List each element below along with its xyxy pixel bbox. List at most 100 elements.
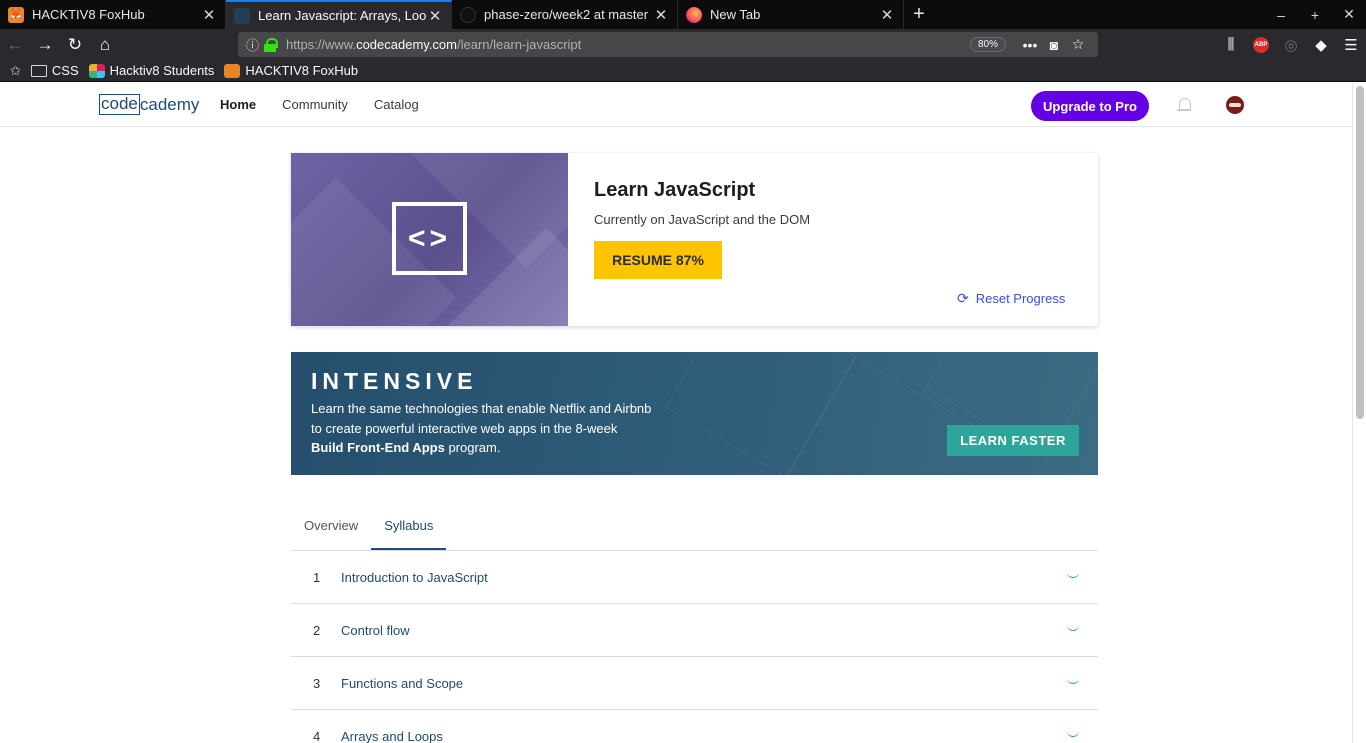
pocket-icon[interactable]: ◙ <box>1042 37 1066 53</box>
info-icon[interactable]: ⓘ <box>246 35 264 54</box>
nav-catalog[interactable]: Catalog <box>374 97 419 112</box>
url-text[interactable]: https://www.codecademy.com/learn/learn-j… <box>286 37 970 52</box>
tab-title: phase-zero/week2 at master <box>484 7 649 22</box>
banner-program-name: Build Front-End Apps <box>311 440 445 455</box>
profile-extension-icon[interactable]: ◆ <box>1306 30 1336 60</box>
tab-overview[interactable]: Overview <box>291 507 371 550</box>
syllabus-label: Arrays and Loops <box>341 728 443 743</box>
bookmark-label: CSS <box>51 63 79 78</box>
scrollbar-thumb[interactable] <box>1356 86 1364 419</box>
page-scrollbar[interactable] <box>1352 83 1366 743</box>
tab-title: HACKTIV8 FoxHub <box>32 7 145 22</box>
browser-tab[interactable]: New Tab ✕ <box>678 0 904 29</box>
url-host: codecademy.com <box>356 37 457 52</box>
banner-line: to create powerful interactive web apps … <box>311 420 618 436</box>
adblock-icon[interactable]: ABP <box>1253 36 1269 53</box>
reset-progress-label: Reset Progress <box>975 291 1066 306</box>
bookmark-star-icon[interactable]: ☆ <box>1066 36 1090 53</box>
syllabus-item[interactable]: 4 Arrays and Loops <box>291 710 1098 743</box>
url-prefix: https://www. <box>286 37 357 52</box>
bookmark-hacktiv8-students[interactable]: Hacktiv8 Students <box>88 63 215 78</box>
reload-icon[interactable]: ↻ <box>60 31 90 59</box>
close-window-icon[interactable]: ✕ <box>1332 0 1366 29</box>
codecademy-logo[interactable]: code cademy <box>99 94 199 115</box>
page-actions-icon[interactable]: ••• <box>1018 37 1042 53</box>
syllabus-item[interactable]: 3 Functions and Scope <box>291 657 1098 710</box>
browser-tab[interactable]: phase-zero/week2 at master ✕ <box>452 0 678 29</box>
learn-faster-button[interactable]: LEARN FASTER <box>947 425 1079 456</box>
browser-tab-active[interactable]: Learn Javascript: Arrays, Loops ✕ <box>226 0 452 29</box>
library-icon[interactable]: ⫼ <box>1216 30 1246 60</box>
page-content: code cademy Home Community Catalog Upgrad… <box>0 83 1352 743</box>
logo-rest-text: cademy <box>139 95 200 114</box>
nav-home[interactable]: Home <box>220 97 256 112</box>
banner-line: program. <box>444 440 501 455</box>
url-path: /learn/learn-javascript <box>457 37 582 52</box>
bookmark-label: HACKTIV8 FoxHub <box>245 63 359 78</box>
avatar[interactable] <box>1226 96 1244 114</box>
tab-title: New Tab <box>710 7 761 22</box>
chevron-down-icon[interactable] <box>1066 573 1080 581</box>
syllabus-label: Control flow <box>341 622 410 638</box>
site-header: code cademy Home Community Catalog Upgrad… <box>0 83 1352 127</box>
home-icon[interactable]: ⌂ <box>90 31 120 59</box>
logo-box-text: code <box>99 94 140 115</box>
upgrade-to-pro-button[interactable]: Upgrade to Pro <box>1031 91 1149 121</box>
tab-syllabus[interactable]: Syllabus <box>371 507 447 550</box>
banner-line: Learn the same technologies that enable … <box>311 401 652 416</box>
window-controls: – + ✕ <box>1264 0 1366 29</box>
fox-icon: 🦊 <box>8 6 24 23</box>
close-tab-icon[interactable]: ✕ <box>201 6 217 24</box>
bookmark-css[interactable]: CSS <box>30 63 79 78</box>
course-title: Learn JavaScript <box>594 179 756 201</box>
lock-icon[interactable] <box>264 37 278 52</box>
bookmark-hacktiv8-foxhub[interactable]: HACKTIV8 FoxHub <box>224 63 358 78</box>
syllabus-item[interactable]: 1 Introduction to JavaScript <box>291 551 1098 604</box>
reset-progress-link[interactable]: ⟳ Reset Progress <box>957 290 1065 307</box>
course-card: <> Learn JavaScript Currently on JavaScr… <box>291 153 1098 326</box>
course-subtitle: Currently on JavaScript and the DOM <box>594 212 811 227</box>
bookmark-label: Hacktiv8 Students <box>109 63 215 78</box>
forward-icon[interactable]: → <box>30 31 60 59</box>
close-tab-icon[interactable]: ✕ <box>427 7 443 25</box>
close-tab-icon[interactable]: ✕ <box>879 6 895 24</box>
maximize-icon[interactable]: + <box>1298 0 1332 29</box>
address-bar[interactable]: ⓘ https://www.codecademy.com/learn/learn… <box>238 32 1098 57</box>
banner-text: Learn the same technologies that enable … <box>311 399 671 458</box>
codecademy-icon <box>234 7 250 24</box>
syllabus-label: Functions and Scope <box>341 675 464 691</box>
course-art: <> <box>291 153 568 326</box>
zoom-indicator[interactable]: 80% <box>969 37 1006 52</box>
back-icon[interactable]: ← <box>0 31 30 59</box>
bell-icon[interactable] <box>1176 97 1192 113</box>
syllabus-item[interactable]: 2 Control flow <box>291 604 1098 657</box>
folder-icon <box>30 64 47 77</box>
menu-icon[interactable]: ☰ <box>1336 30 1366 60</box>
resume-button[interactable]: RESUME 87% <box>594 241 722 279</box>
github-icon <box>460 6 476 23</box>
syllabus-number: 2 <box>313 622 321 638</box>
syllabus-list: 1 Introduction to JavaScript 2 Control f… <box>291 551 1098 743</box>
firefox-icon <box>686 6 702 23</box>
bookmarks-star-icon[interactable]: ✩ <box>10 63 21 79</box>
chevron-down-icon[interactable] <box>1066 626 1080 634</box>
code-brackets-icon: <> <box>392 202 467 275</box>
syllabus-number: 4 <box>313 728 321 743</box>
new-tab-icon[interactable]: + <box>904 0 934 29</box>
course-tabs: Overview Syllabus <box>291 507 1098 551</box>
intensive-banner: INTENSIVE Learn the same technologies th… <box>291 352 1098 475</box>
minimize-icon[interactable]: – <box>1264 0 1298 29</box>
toolbar-right: ⫼ ABP ◎ ◆ ☰ <box>1216 29 1366 60</box>
chevron-down-icon[interactable] <box>1066 679 1080 687</box>
browser-tab[interactable]: 🦊 HACKTIV8 FoxHub ✕ <box>0 0 226 29</box>
nav-community[interactable]: Community <box>282 97 348 112</box>
fox-icon <box>224 63 241 78</box>
extension-icon[interactable]: ◎ <box>1276 30 1306 60</box>
browser-tab-bar: 🦊 HACKTIV8 FoxHub ✕ Learn Javascript: Ar… <box>0 0 1366 29</box>
close-tab-icon[interactable]: ✕ <box>653 6 669 24</box>
syllabus-number: 3 <box>313 675 321 691</box>
browser-nav-bar: ← → ↻ ⌂ ⓘ https://www.codecademy.com/lea… <box>0 29 1366 60</box>
tab-title: Learn Javascript: Arrays, Loops <box>258 8 427 23</box>
chevron-down-icon[interactable] <box>1066 732 1080 740</box>
refresh-icon: ⟳ <box>957 290 969 306</box>
